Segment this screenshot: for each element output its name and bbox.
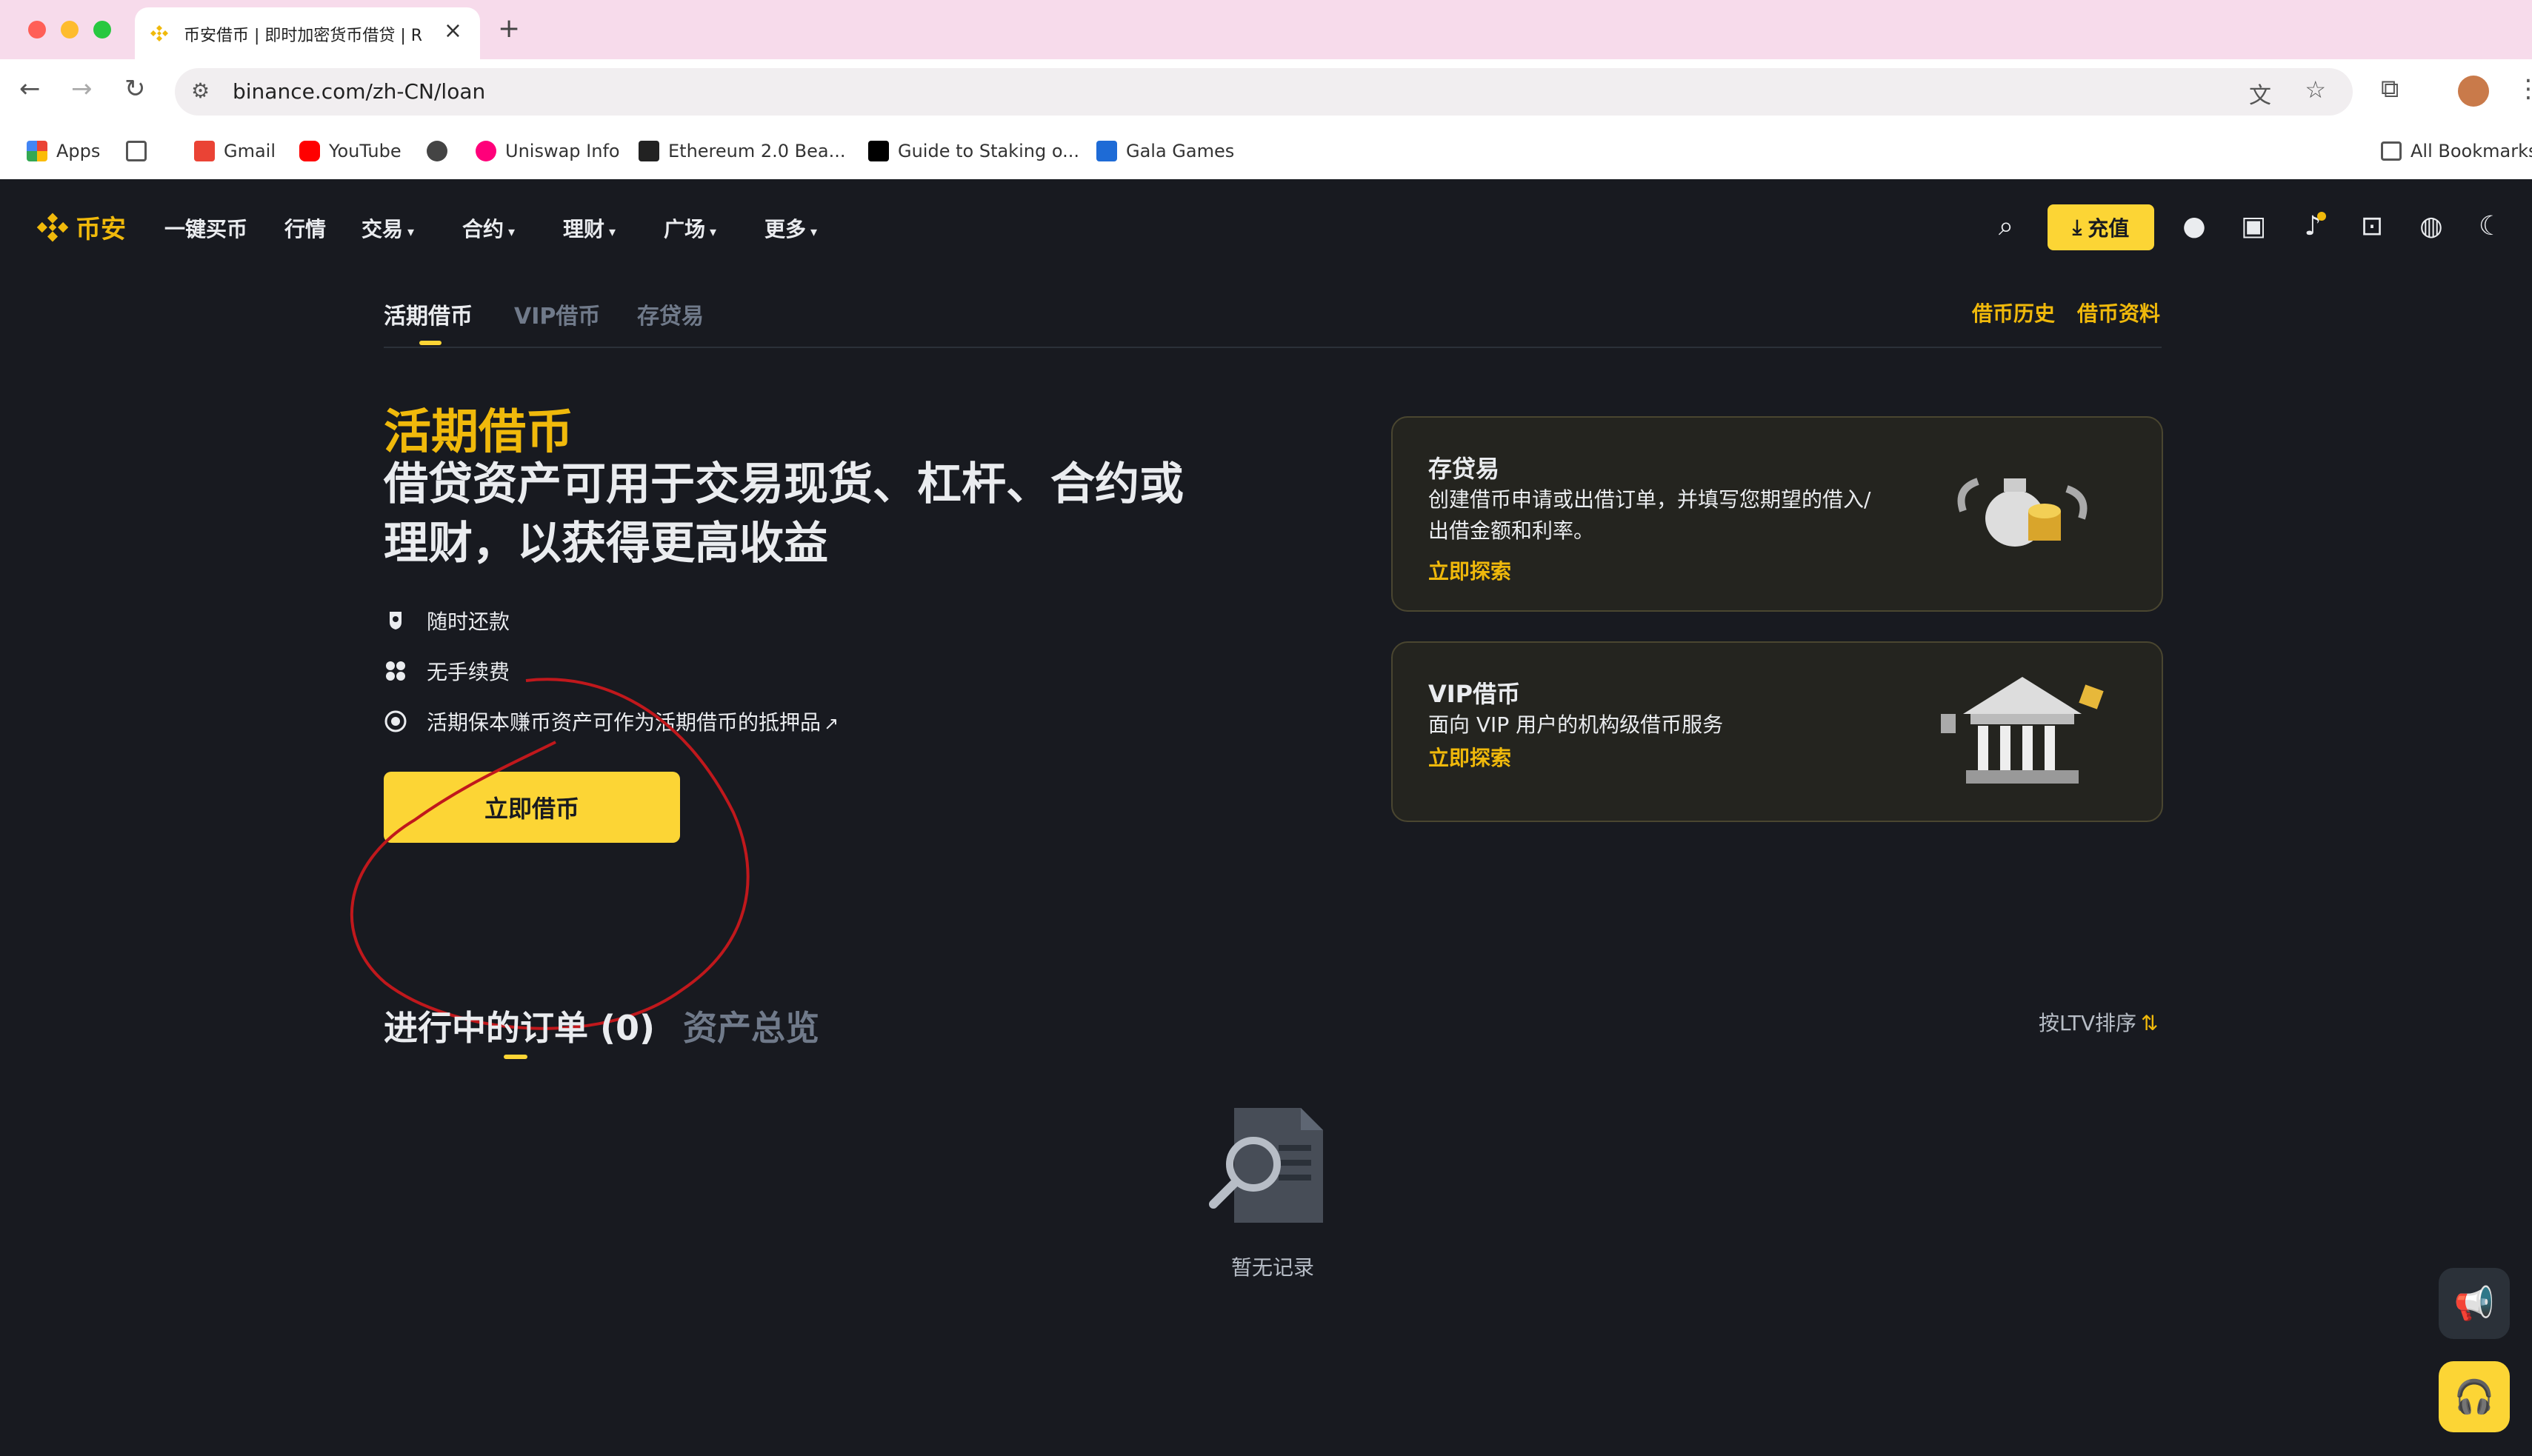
binance-logo-icon xyxy=(36,213,69,241)
new-tab-icon[interactable]: + xyxy=(498,13,520,44)
deposit-button[interactable]: ⤓ 充值 xyxy=(2048,204,2154,250)
bookmarks-bar: Apps Gmail YouTube Uniswap Info Ethereum… xyxy=(0,124,2532,180)
no-records-icon xyxy=(1209,1108,1323,1223)
chevron-down-icon: ▾ xyxy=(609,224,616,240)
announcement-button[interactable]: 📢 xyxy=(2439,1268,2510,1339)
ethereum-icon xyxy=(639,141,659,161)
empty-state-text: 暂无记录 xyxy=(1231,1255,1315,1280)
card-vip-loan[interactable]: VIP借币 面向 VIP 用户的机构级借币服务 立即探索 xyxy=(1391,641,2163,822)
download-icon: ⤓ xyxy=(2072,215,2082,239)
dark-mode-moon-icon[interactable]: ☾ xyxy=(2474,210,2507,243)
tab-orders-in-progress[interactable]: 进行中的订单 (0) xyxy=(384,1001,655,1050)
bookmark-globe[interactable] xyxy=(427,141,447,161)
notification-dot xyxy=(2317,212,2326,221)
all-bookmarks[interactable]: All Bookmarks xyxy=(2381,141,2532,161)
binance-favicon-icon xyxy=(150,25,168,41)
nav-markets[interactable]: 行情 xyxy=(284,213,326,243)
bookmark-gmail[interactable]: Gmail xyxy=(194,141,276,161)
nav-more[interactable]: 更多 ▾ xyxy=(764,213,817,243)
bookmark-apps[interactable]: Apps xyxy=(27,141,100,161)
bookmark-uniswap[interactable]: Uniswap Info xyxy=(476,141,620,161)
feature-repay-anytime: 随时还款 xyxy=(384,606,510,635)
chevron-down-icon: ▾ xyxy=(508,224,516,240)
hero-subtitle: 借贷资产可用于交易现货、杠杆、合约或理财，以获得更高收益 xyxy=(384,458,1184,570)
nav-futures[interactable]: 合约 ▾ xyxy=(462,213,515,243)
loan-history-link[interactable]: 借币历史 xyxy=(1972,298,2055,327)
bank-building-icon xyxy=(1941,677,2104,784)
browser-tab-bar: 币安借币 | 即时加密货币借贷 | R × + xyxy=(0,0,2532,61)
subtab-divider xyxy=(384,347,2162,348)
back-icon[interactable]: ← xyxy=(19,74,41,104)
nav-earn[interactable]: 理财 ▾ xyxy=(563,213,616,243)
forward-icon[interactable]: → xyxy=(71,74,93,104)
loan-page: 币安 一键买币 行情 交易 ▾ 合约 ▾ 理财 ▾ 广场 ▾ 更多 ▾ ⌕ ⤓ 充值 ● ▣… xyxy=(0,179,2532,1456)
apps-grid-icon xyxy=(27,141,47,161)
gmail-icon xyxy=(194,141,215,161)
reload-icon[interactable]: ↻ xyxy=(124,74,146,104)
browser-toolbar: ← → ↻ ⚙ binance.com/zh-CN/loan 文 ☆ ⧉ ⋮ xyxy=(0,59,2532,124)
download-app-icon[interactable]: ⊡ xyxy=(2356,210,2388,243)
uniswap-icon xyxy=(476,141,496,161)
explore-link[interactable]: 立即探索 xyxy=(1428,555,1511,585)
tab-title: 币安借币 | 即时加密货币借贷 | R xyxy=(184,27,423,45)
site-info-icon[interactable]: ⚙ xyxy=(191,79,210,103)
nav-buy-crypto[interactable]: 一键买币 xyxy=(164,213,247,243)
headset-icon: 🎧 xyxy=(2453,1378,2495,1416)
zoom-window-icon[interactable] xyxy=(93,21,111,39)
search-icon[interactable]: ⌕ xyxy=(1990,210,2022,243)
translate-icon[interactable]: 文 xyxy=(2249,77,2271,110)
tab-flexible-loan[interactable]: 活期借币 xyxy=(384,298,473,330)
user-icon[interactable]: ● xyxy=(2178,210,2210,243)
card-crypto-loan-market[interactable]: 存贷易 创建借币申请或出借订单，并填写您期望的借入/出借金额和利率。 立即探索 xyxy=(1391,416,2163,612)
tab-asset-overview[interactable]: 资产总览 xyxy=(683,1001,819,1050)
external-link-icon: ↗ xyxy=(824,713,839,734)
bookmark-youtube[interactable]: YouTube xyxy=(299,141,402,161)
chevron-down-icon: ▾ xyxy=(407,224,415,240)
extensions-icon[interactable]: ⧉ xyxy=(2381,74,2399,104)
chevron-down-icon: ▾ xyxy=(710,224,717,240)
url-text: binance.com/zh-CN/loan xyxy=(233,79,486,104)
browser-tab[interactable]: 币安借币 | 即时加密货币借贷 | R × xyxy=(135,7,480,61)
sort-icon: ⇅ xyxy=(2141,1011,2159,1035)
megaphone-icon: 📢 xyxy=(2453,1285,2495,1323)
medium-icon xyxy=(868,141,889,161)
globe-icon xyxy=(427,141,447,161)
language-globe-icon[interactable]: ◍ xyxy=(2415,210,2448,243)
money-bag-coins-icon xyxy=(1957,478,2088,547)
active-tab-indicator xyxy=(419,341,442,345)
loan-data-link[interactable]: 借币资料 xyxy=(2077,298,2160,327)
bookmark-gala-games[interactable]: Gala Games xyxy=(1096,141,1234,161)
bookmark-staking-guide[interactable]: Guide to Staking o... xyxy=(868,141,1079,161)
profile-avatar[interactable] xyxy=(2458,76,2489,107)
bookmark-star-icon[interactable]: ☆ xyxy=(2305,76,2326,104)
shield-icon xyxy=(390,612,402,630)
support-chat-button[interactable]: 🎧 xyxy=(2439,1361,2510,1432)
hero-title: 活期借币 xyxy=(384,405,573,460)
nav-square[interactable]: 广场 ▾ xyxy=(664,213,716,243)
close-window-icon[interactable] xyxy=(28,21,46,39)
tab-groups-icon[interactable] xyxy=(126,141,147,161)
minimize-window-icon[interactable] xyxy=(61,21,79,39)
chevron-down-icon: ▾ xyxy=(810,224,818,240)
folder-icon xyxy=(2381,141,2402,161)
menu-icon[interactable]: ⋮ xyxy=(2516,74,2532,104)
top-nav: 币安 一键买币 行情 交易 ▾ 合约 ▾ 理财 ▾ 广场 ▾ 更多 ▾ ⌕ ⤓ 充值 ● ▣… xyxy=(0,179,2532,275)
tab-vip-loan[interactable]: VIP借币 xyxy=(514,298,600,330)
bookmark-ethereum[interactable]: Ethereum 2.0 Bea... xyxy=(639,141,846,161)
nav-trade[interactable]: 交易 ▾ xyxy=(362,213,414,243)
youtube-icon xyxy=(299,141,320,161)
sort-by-ltv[interactable]: 按LTV排序 ⇅ xyxy=(2039,1007,2158,1037)
binance-logo[interactable]: 币安 xyxy=(36,209,126,245)
explore-link[interactable]: 立即探索 xyxy=(1428,742,1511,772)
wallet-icon[interactable]: ▣ xyxy=(2237,210,2270,243)
address-bar[interactable]: ⚙ binance.com/zh-CN/loan 文 ☆ xyxy=(175,68,2353,116)
active-tab-indicator xyxy=(504,1055,527,1059)
tab-crypto-loan-market[interactable]: 存贷易 xyxy=(637,298,704,330)
gala-games-icon xyxy=(1096,141,1117,161)
tab-close-icon[interactable]: × xyxy=(444,18,462,44)
notification-bell-icon[interactable]: ♪ xyxy=(2296,210,2329,243)
